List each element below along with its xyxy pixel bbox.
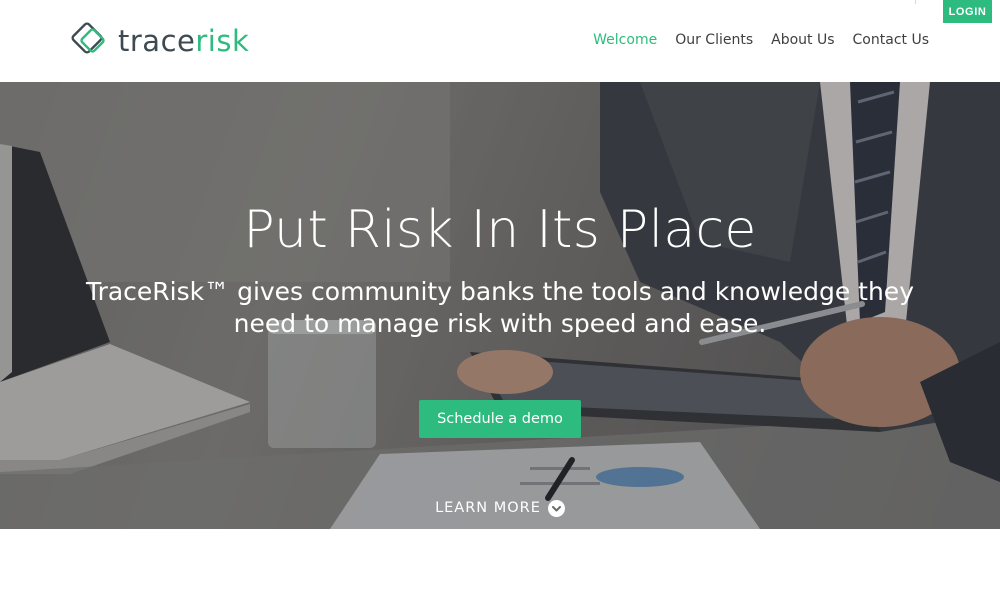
logo-wordmark: tracerisk [118, 22, 249, 60]
nav-item-contact-us[interactable]: Contact Us [853, 31, 929, 49]
hero-section: Put Risk In Its Place TraceRisk™ gives c… [0, 82, 1000, 529]
schedule-demo-button[interactable]: Schedule a demo [419, 400, 581, 438]
main-nav: Welcome Our Clients About Us Contact Us [593, 31, 929, 49]
chevron-down-icon [547, 499, 565, 517]
nav-item-our-clients[interactable]: Our Clients [675, 31, 753, 49]
learn-more-link[interactable]: LEARN MORE [0, 499, 1000, 517]
logo-word-risk: risk [195, 24, 250, 58]
login-button[interactable]: LOGIN [943, 0, 992, 23]
nav-item-welcome[interactable]: Welcome [593, 31, 657, 49]
logo-word-trace: trace [118, 24, 196, 58]
hero-title: Put Risk In Its Place [243, 200, 757, 260]
learn-more-label: LEARN MORE [435, 500, 541, 516]
diamond-logo-icon [71, 22, 105, 54]
site-header: tracerisk Welcome Our Clients About Us C… [0, 0, 1000, 82]
site-logo[interactable]: tracerisk [68, 22, 249, 60]
header-divider [915, 0, 916, 4]
hero-subtitle: TraceRisk™ gives community banks the too… [85, 277, 914, 338]
nav-item-about-us[interactable]: About Us [771, 31, 834, 49]
